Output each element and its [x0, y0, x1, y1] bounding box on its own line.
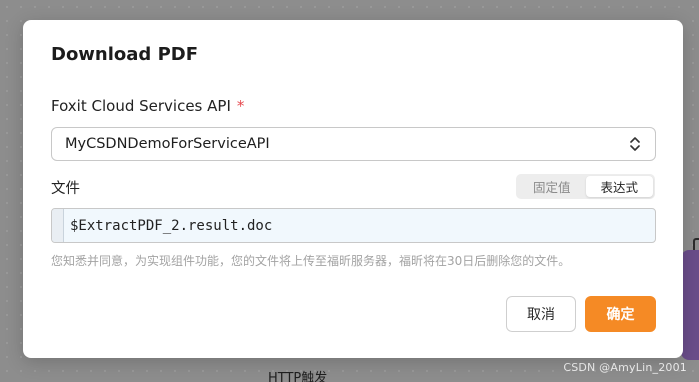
- api-select[interactable]: MyCSDNDemoForServiceAPI: [51, 127, 656, 161]
- upload-notice: 您知悉并同意，为实现组件功能，您的文件将上传至福昕服务器，福昕将在30日后删除您…: [51, 254, 571, 268]
- required-marker: *: [236, 97, 245, 115]
- api-field-label-text: Foxit Cloud Services API: [51, 97, 231, 115]
- confirm-button[interactable]: 确定: [585, 296, 656, 332]
- mode-fixed-value[interactable]: 固定值: [518, 176, 586, 197]
- mode-expression[interactable]: 表达式: [585, 176, 653, 197]
- dialog-title: Download PDF: [51, 44, 199, 65]
- value-mode-toggle: 固定值 表达式: [516, 174, 655, 199]
- background-node-label: HTTP触发: [268, 371, 328, 382]
- watermark: CSDN @AmyLin_2001: [563, 361, 687, 374]
- api-select-value: MyCSDNDemoForServiceAPI: [65, 136, 270, 152]
- file-field-label: 文件: [51, 181, 80, 197]
- api-field-label: Foxit Cloud Services API *: [51, 97, 244, 115]
- download-pdf-dialog: Download PDF Foxit Cloud Services API * M…: [23, 20, 683, 358]
- chevron-up-down-icon: [630, 137, 640, 151]
- cancel-button[interactable]: 取消: [506, 296, 576, 332]
- expression-gutter: [52, 209, 64, 242]
- file-expression-input[interactable]: $ExtractPDF_2.result.doc: [51, 208, 656, 243]
- background-node: [681, 250, 699, 360]
- file-expression-value: $ExtractPDF_2.result.doc: [70, 217, 273, 234]
